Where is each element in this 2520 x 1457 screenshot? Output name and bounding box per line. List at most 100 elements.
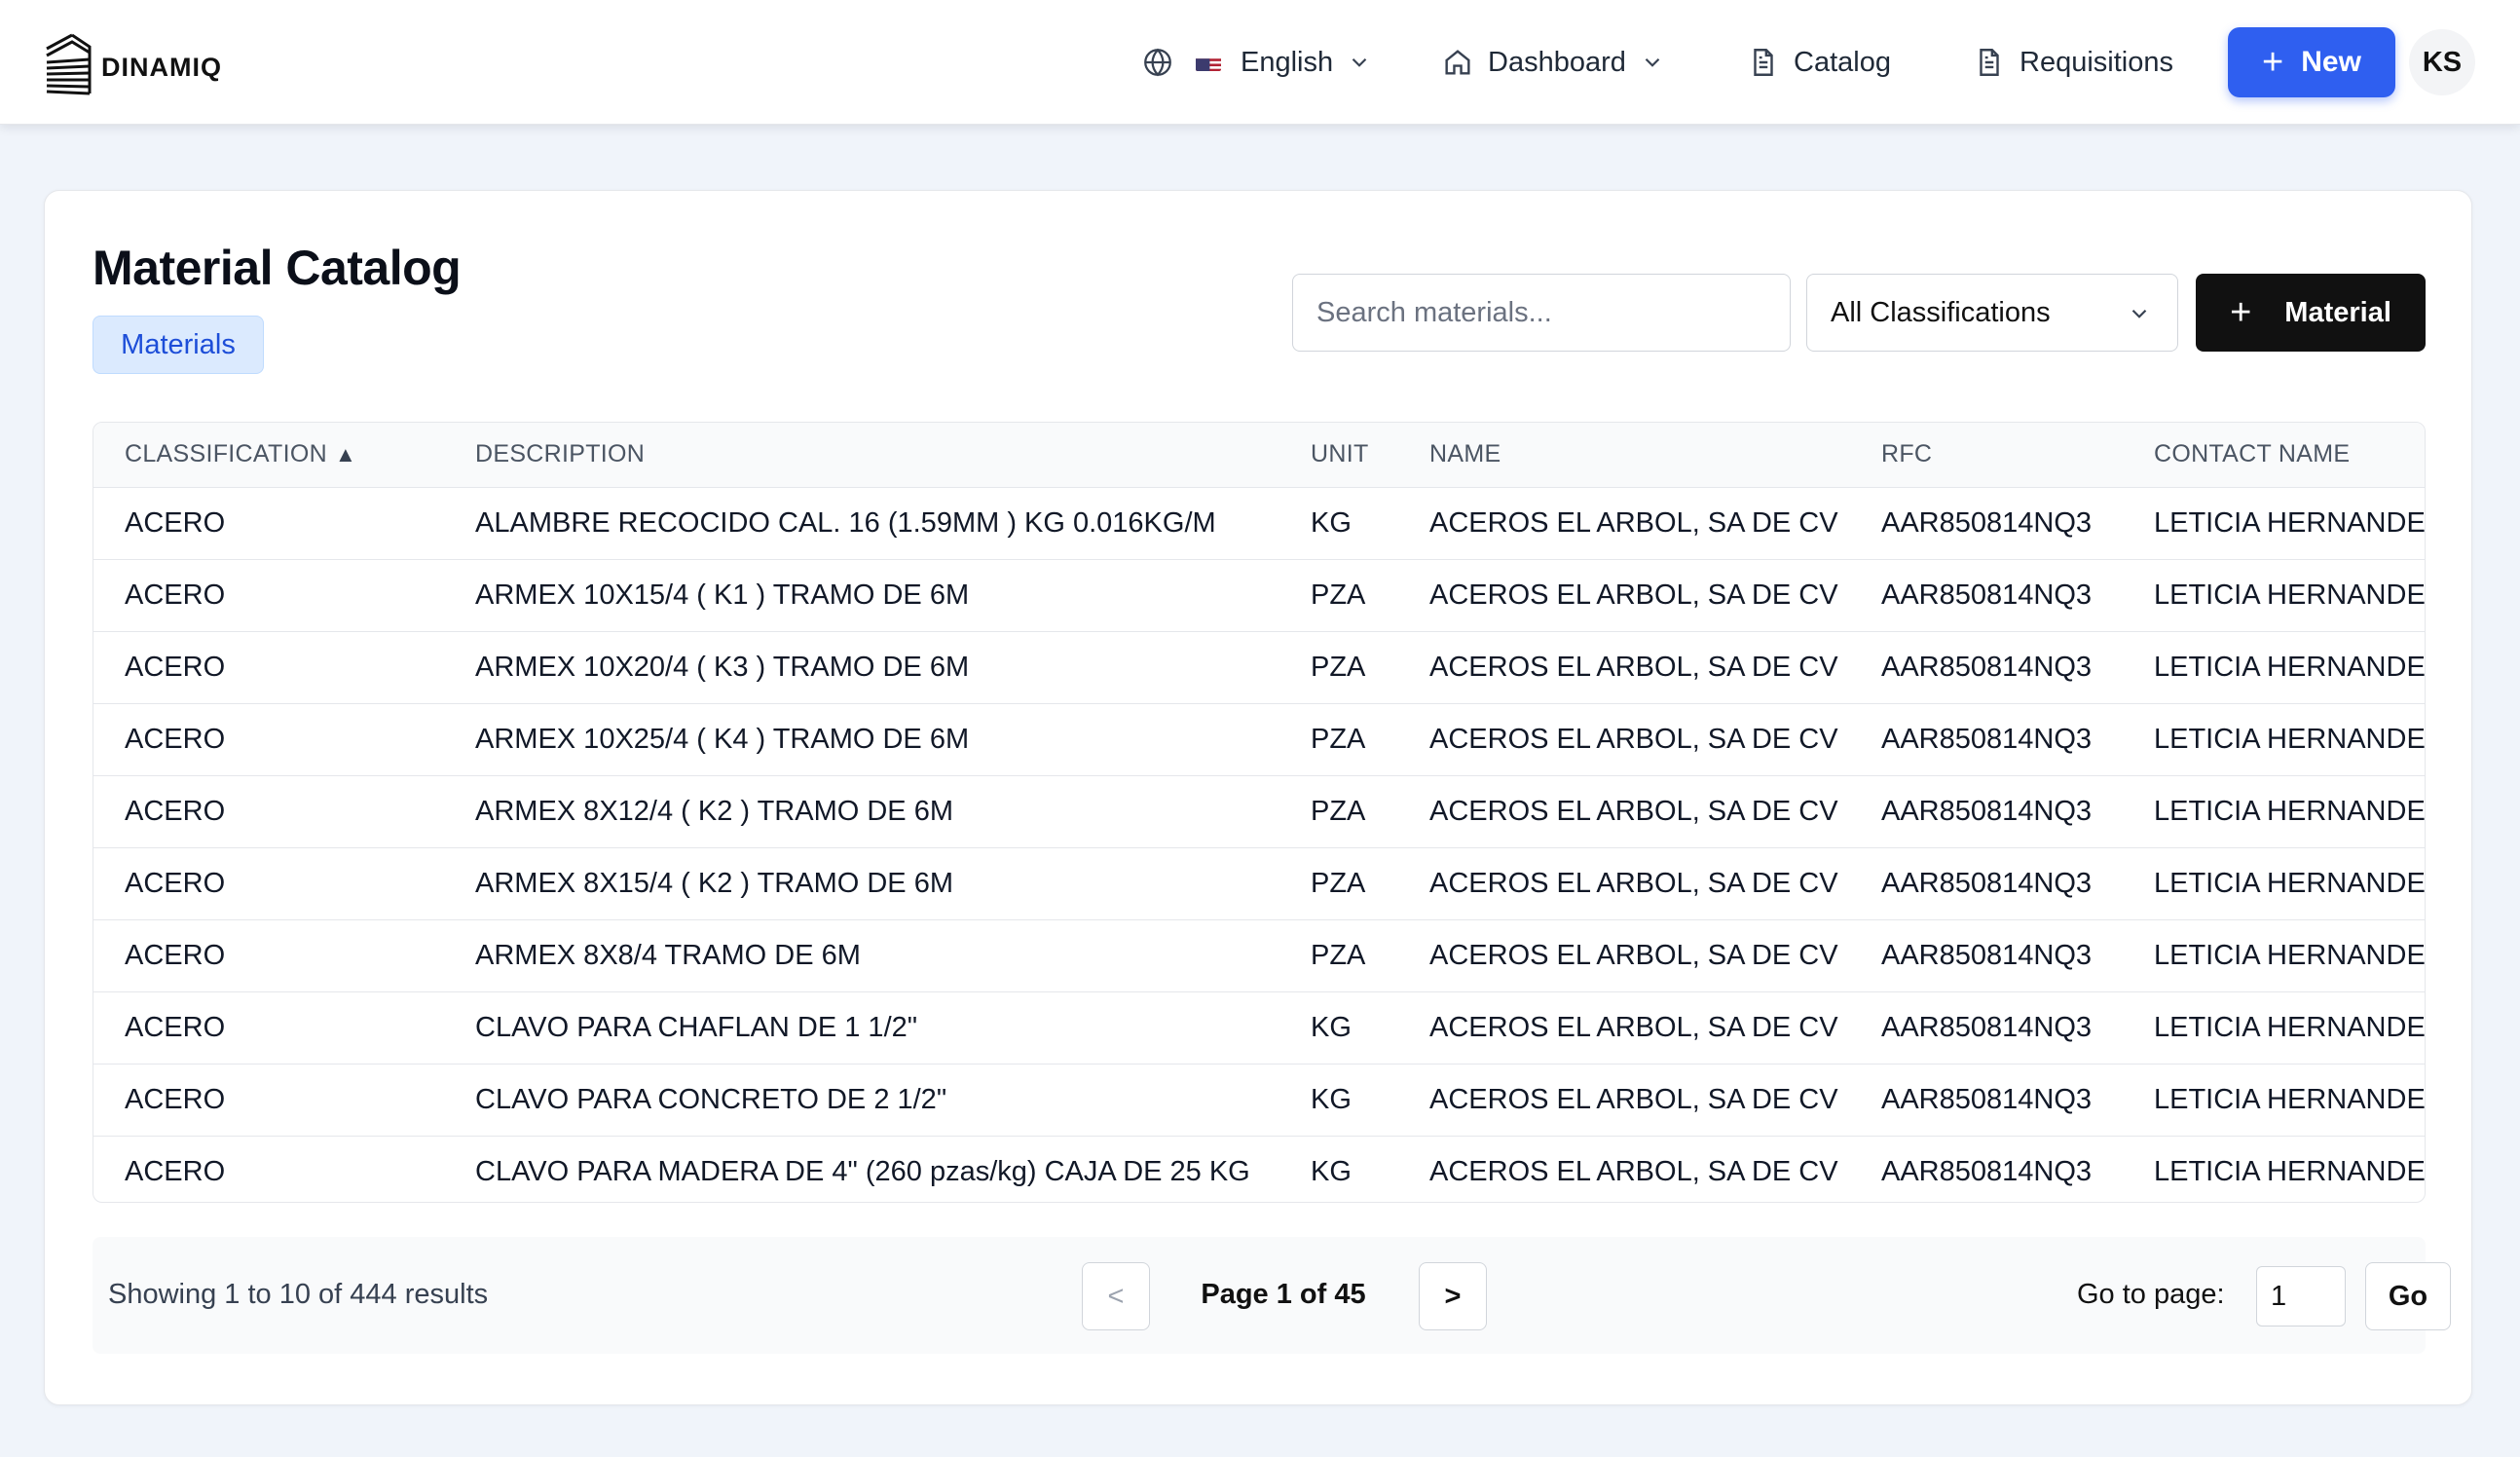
cell-description: ALAMBRE RECOCIDO CAL. 16 (1.59MM ) KG 0.… bbox=[475, 506, 1216, 539]
nav-catalog-label: Catalog bbox=[1794, 46, 1891, 78]
globe-icon bbox=[1144, 48, 1171, 77]
table-row[interactable]: ACERO CLAVO PARA CHAFLAN DE 1 1/2" KG ACERO… bbox=[93, 991, 2426, 1064]
language-label: English bbox=[1241, 46, 1334, 78]
column-header-unit[interactable]: UNIT bbox=[1279, 423, 1398, 488]
cell-classification: ACERO bbox=[125, 1155, 226, 1187]
column-header-contact-name[interactable]: CONTACT NAME bbox=[2123, 423, 2425, 488]
language-selector[interactable]: English bbox=[1141, 35, 1372, 90]
document-icon bbox=[1980, 49, 1999, 76]
materials-table-container[interactable]: CLASSIFICATION ▲ DESCRIPTION UNIT NAME RF… bbox=[93, 422, 2426, 1203]
chevron-down-icon bbox=[1645, 57, 1660, 67]
nav-catalog[interactable]: Catalog bbox=[1747, 35, 1891, 90]
chevron-down-icon bbox=[1352, 57, 1367, 67]
cell-contact-name: LETICIA HERNANDEZ bbox=[2154, 795, 2426, 827]
top-navigation-bar: DINAMIQ English Dashboard Catalog Requis… bbox=[0, 0, 2520, 125]
cell-classification: ACERO bbox=[125, 1011, 226, 1043]
cell-name: ACEROS EL ARBOL, SA DE CV bbox=[1429, 506, 1838, 539]
go-button[interactable]: Go bbox=[2365, 1262, 2451, 1330]
classification-filter-select[interactable]: All Classifications bbox=[1806, 274, 2178, 352]
table-row[interactable]: ACERO CLAVO PARA CONCRETO DE 2 1/2" KG ACER… bbox=[93, 1064, 2426, 1136]
cell-unit: PZA bbox=[1311, 579, 1366, 611]
plus-icon: + bbox=[2230, 292, 2252, 333]
table-row[interactable]: ACERO ARMEX 8X12/4 ( K2 ) TRAMO DE 6M PZA A… bbox=[93, 775, 2426, 847]
cell-unit: PZA bbox=[1311, 867, 1366, 899]
cell-rfc: AAR850814NQ3 bbox=[1881, 506, 2093, 539]
column-header-rfc[interactable]: RFC bbox=[1850, 423, 2123, 488]
cell-classification: ACERO bbox=[125, 867, 226, 899]
plus-icon: + bbox=[2262, 42, 2284, 83]
cell-description: ARMEX 10X15/4 ( K1 ) TRAMO DE 6M bbox=[475, 579, 970, 611]
table-row[interactable]: ACERO ARMEX 10X25/4 ( K4 ) TRAMO DE 6M PZA… bbox=[93, 703, 2426, 775]
user-avatar[interactable]: KS bbox=[2409, 29, 2475, 95]
cell-classification: ACERO bbox=[125, 939, 226, 971]
cell-description: CLAVO PARA MADERA DE 4" (260 pzas/kg) CA… bbox=[475, 1155, 1250, 1187]
new-button[interactable]: + New bbox=[2228, 27, 2395, 97]
nav-dashboard[interactable]: Dashboard bbox=[1441, 35, 1665, 90]
material-catalog-card: Material Catalog Materials All Classific… bbox=[44, 190, 2472, 1405]
cell-contact-name: LETICIA HERNANDEZ bbox=[2154, 506, 2426, 539]
cell-name: ACEROS EL ARBOL, SA DE CV bbox=[1429, 1083, 1838, 1115]
cell-contact-name: LETICIA HERNANDEZ bbox=[2154, 1011, 2426, 1043]
cell-contact-name: LETICIA HERNANDEZ bbox=[2154, 1155, 2426, 1187]
cell-unit: KG bbox=[1311, 506, 1352, 539]
cell-classification: ACERO bbox=[125, 651, 226, 683]
cell-unit: PZA bbox=[1311, 795, 1366, 827]
table-row[interactable]: ACERO ALAMBRE RECOCIDO CAL. 16 (1.59MM ) … bbox=[93, 487, 2426, 559]
cell-rfc: AAR850814NQ3 bbox=[1881, 579, 2093, 611]
home-icon bbox=[1445, 50, 1470, 75]
table-body: ACERO ALAMBRE RECOCIDO CAL. 16 (1.59MM ) … bbox=[93, 487, 2426, 1202]
building-logo-icon bbox=[46, 33, 92, 95]
previous-page-button[interactable]: < bbox=[1082, 1262, 1150, 1330]
cell-description: ARMEX 10X20/4 ( K3 ) TRAMO DE 6M bbox=[475, 651, 970, 683]
go-to-page-input[interactable] bbox=[2256, 1266, 2346, 1326]
cell-description: ARMEX 10X25/4 ( K4 ) TRAMO DE 6M bbox=[475, 723, 970, 755]
cell-name: ACEROS EL ARBOL, SA DE CV bbox=[1429, 723, 1838, 755]
dinamiq-logo[interactable]: DINAMIQ bbox=[43, 29, 222, 95]
nav-dashboard-label: Dashboard bbox=[1488, 46, 1626, 78]
table-row[interactable]: ACERO ARMEX 8X15/4 ( K2 ) TRAMO DE 6M PZA A… bbox=[93, 847, 2425, 919]
cell-description: CLAVO PARA CONCRETO DE 2 1/2" bbox=[475, 1083, 947, 1115]
column-header-description[interactable]: DESCRIPTION bbox=[444, 423, 1279, 488]
cell-description: ARMEX 8X15/4 ( K2 ) TRAMO DE 6M bbox=[475, 867, 953, 899]
cell-contact-name: LETICIA HERNANDEZ bbox=[2154, 723, 2426, 755]
chevron-down-icon bbox=[2131, 309, 2147, 318]
cell-contact-name: LETICIA HERNANDEZ bbox=[2154, 1083, 2426, 1115]
table-row[interactable]: ACERO ARMEX 8X8/4 TRAMO DE 6M PZA ACEROS EL… bbox=[93, 919, 2425, 991]
cell-name: ACEROS EL ARBOL, SA DE CV bbox=[1429, 651, 1838, 683]
brand-name: DINAMIQ bbox=[101, 52, 222, 82]
cell-unit: KG bbox=[1311, 1083, 1352, 1115]
table-row[interactable]: ACERO ARMEX 10X20/4 ( K3 ) TRAMO DE 6M PZA… bbox=[93, 631, 2426, 703]
cell-rfc: AAR850814NQ3 bbox=[1881, 723, 2093, 755]
materials-tab-chip[interactable]: Materials bbox=[93, 316, 264, 374]
cell-name: ACEROS EL ARBOL, SA DE CV bbox=[1429, 579, 1838, 611]
pagination-bar: Showing 1 to 10 of 444 results < Page 1 … bbox=[93, 1237, 2451, 1354]
next-page-button[interactable]: > bbox=[1419, 1262, 1487, 1330]
table-row[interactable]: ACERO ARMEX 10X15/4 ( K1 ) TRAMO DE 6M PZA… bbox=[93, 559, 2425, 631]
classification-filter-value: All Classifications bbox=[1831, 296, 2051, 328]
cell-name: ACEROS EL ARBOL, SA DE CV bbox=[1429, 1011, 1838, 1043]
search-input[interactable] bbox=[1292, 274, 1791, 352]
cell-rfc: AAR850814NQ3 bbox=[1881, 867, 2093, 899]
materials-table: CLASSIFICATION ▲ DESCRIPTION UNIT NAME RF… bbox=[93, 423, 2426, 1202]
cell-contact-name: LETICIA HERNANDEZ bbox=[2154, 651, 2426, 683]
cell-classification: ACERO bbox=[125, 795, 226, 827]
sort-ascending-icon: ▲ bbox=[334, 442, 357, 467]
page-title: Material Catalog bbox=[93, 241, 462, 295]
cell-description: CLAVO PARA CHAFLAN DE 1 1/2" bbox=[475, 1011, 918, 1043]
cell-unit: PZA bbox=[1311, 939, 1366, 971]
nav-requisitions-label: Requisitions bbox=[2020, 46, 2173, 78]
column-header-name[interactable]: NAME bbox=[1398, 423, 1850, 488]
cell-unit: PZA bbox=[1311, 723, 1366, 755]
column-header-classification[interactable]: CLASSIFICATION ▲ bbox=[93, 423, 444, 488]
table-row[interactable]: ACERO CLAVO PARA MADERA DE 4" (260 pzas/k… bbox=[93, 1136, 2426, 1202]
add-material-button[interactable]: + Material bbox=[2196, 274, 2426, 352]
cell-unit: KG bbox=[1311, 1011, 1352, 1043]
cell-name: ACEROS EL ARBOL, SA DE CV bbox=[1429, 795, 1838, 827]
nav-requisitions[interactable]: Requisitions bbox=[1973, 35, 2173, 90]
cell-name: ACEROS EL ARBOL, SA DE CV bbox=[1429, 939, 1838, 971]
cell-description: ARMEX 8X12/4 ( K2 ) TRAMO DE 6M bbox=[475, 795, 953, 827]
cell-rfc: AAR850814NQ3 bbox=[1881, 795, 2093, 827]
cell-name: ACEROS EL ARBOL, SA DE CV bbox=[1429, 1155, 1838, 1187]
page-indicator: Page 1 of 45 bbox=[1201, 1279, 1366, 1310]
cell-rfc: AAR850814NQ3 bbox=[1881, 939, 2093, 971]
